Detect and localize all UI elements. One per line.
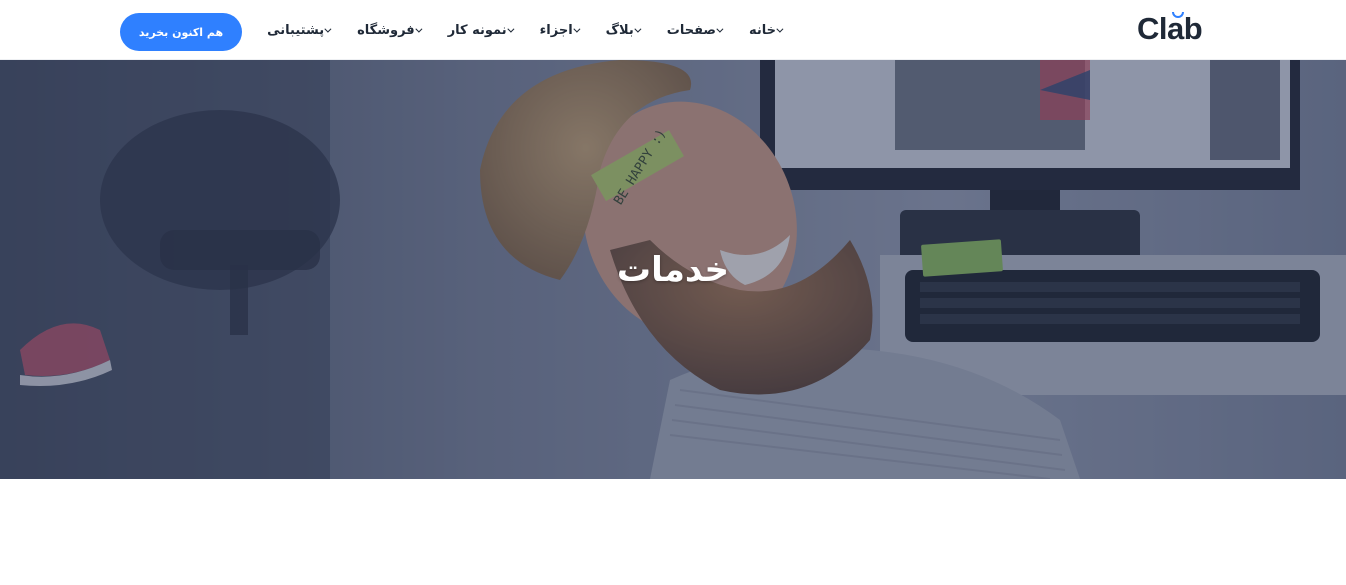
nav-item-blog[interactable]: بلاگ xyxy=(595,23,656,38)
hero-banner: BE HAPPY :) خدمات xyxy=(0,60,1346,479)
nav-item-support[interactable]: پشتیبانی xyxy=(256,23,346,38)
chevron-down-icon xyxy=(415,25,423,33)
nav-item-shop[interactable]: فروشگاه xyxy=(346,23,437,38)
chevron-down-icon xyxy=(324,25,332,33)
page-title: خدمات xyxy=(616,250,730,290)
nav-item-label: پشتیبانی xyxy=(267,22,325,38)
main-nav: خانه صفحات بلاگ اجزاء نمونه کار فروشگاه … xyxy=(258,0,798,60)
nav-item-label: نمونه کار xyxy=(447,22,507,38)
brand-logo[interactable]: Clab xyxy=(1137,11,1203,47)
chevron-down-icon xyxy=(776,25,784,33)
nav-item-home[interactable]: خانه xyxy=(738,23,798,38)
chevron-down-icon xyxy=(573,25,581,33)
site-header: Clab خانه صفحات بلاگ اجزاء نمونه کار فرو… xyxy=(0,0,1346,60)
buy-now-button[interactable]: هم اکنون بخرید xyxy=(120,13,242,51)
nav-item-label: خانه xyxy=(748,22,776,38)
nav-item-label: بلاگ xyxy=(605,22,634,38)
chevron-down-icon xyxy=(634,25,642,33)
nav-item-label: فروشگاه xyxy=(357,22,415,38)
nav-item-pages[interactable]: صفحات xyxy=(656,23,738,38)
nav-item-label: صفحات xyxy=(666,22,716,38)
nav-item-portfolio[interactable]: نمونه کار xyxy=(437,23,529,38)
chevron-down-icon xyxy=(507,25,515,33)
nav-item-components[interactable]: اجزاء xyxy=(529,23,595,38)
chevron-down-icon xyxy=(716,25,724,33)
nav-item-label: اجزاء xyxy=(539,22,573,38)
